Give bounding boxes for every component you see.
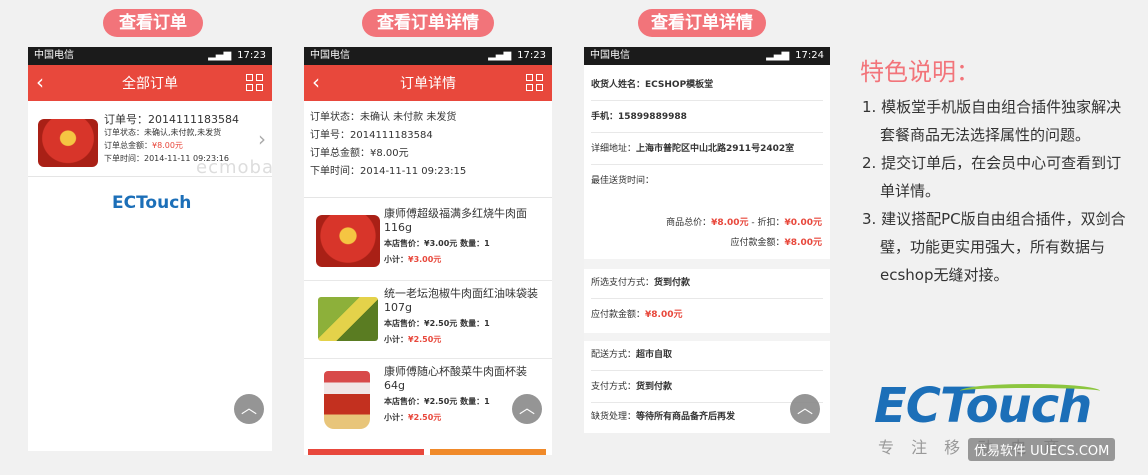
product-image xyxy=(318,297,378,341)
best-time: 最佳送货时间： xyxy=(591,176,655,186)
order-summary: 订单状态：未确认 未付款 未发货 订单号：2014111183584 订单总金额… xyxy=(310,109,466,181)
site-watermark: 优易软件 UUECS.COM xyxy=(968,438,1116,461)
product-image xyxy=(38,119,98,167)
subtotal-label: 小计： xyxy=(384,413,408,422)
clock-text: 17:24 xyxy=(795,50,824,61)
clock-text: 17:23 xyxy=(517,50,546,61)
app-bar: ‹ 订单详情 xyxy=(304,65,552,101)
shipping-label: 配送方式： xyxy=(591,350,637,360)
payment-section: 所选支付方式：货到付款 应付款金额：¥8.00元 xyxy=(584,269,830,333)
best-time-row: 最佳送货时间： xyxy=(591,173,823,197)
menu-grid-icon[interactable] xyxy=(246,74,264,92)
label-view-orders: 查看订单 xyxy=(103,9,203,37)
clock-text: 17:23 xyxy=(237,50,266,61)
status-bar: 中国电信 ▂▄▆ 17:24 xyxy=(584,47,830,65)
subtotal: ¥3.00元 xyxy=(408,255,442,264)
goods-total-label: 商品总价： xyxy=(666,218,712,228)
back-to-top-icon[interactable]: ︿ xyxy=(790,394,820,424)
shipping: 超市自取 xyxy=(636,350,673,360)
address-label: 详细地址： xyxy=(591,144,637,154)
action-button-right[interactable] xyxy=(430,449,546,455)
shipping-row: 配送方式：超市自取 xyxy=(591,347,823,371)
product-image xyxy=(324,371,370,429)
status-bar: 中国电信 ▂▄▆ 17:23 xyxy=(28,47,272,65)
features-title: 特色说明： xyxy=(860,58,980,86)
signal-icon: ▂▄▆ xyxy=(208,50,232,61)
order-number: 订单号：2014111183584 xyxy=(310,130,433,141)
signal-icon: ▂▄▆ xyxy=(488,50,512,61)
menu-grid-icon[interactable] xyxy=(526,74,544,92)
status-bar: 中国电信 ▂▄▆ 17:23 xyxy=(304,47,552,65)
action-button-left[interactable] xyxy=(308,449,424,455)
phone-order-detail: 中国电信 ▂▄▆ 17:23 ‹ 订单详情 订单状态：未确认 未付款 未发货 订… xyxy=(304,47,552,455)
product-name: 康师傅随心杯酸菜牛肉面杯装64g xyxy=(384,365,527,392)
features-list: 1. 模板堂手机版自由组合插件独家解决套餐商品无法选择属性的问题。 2. 提交订… xyxy=(862,93,1132,289)
back-to-top-icon[interactable]: ︿ xyxy=(234,394,264,424)
mobile: 手机：15899889988 xyxy=(591,112,687,122)
subtotal-label: 小计： xyxy=(384,255,408,264)
brand-swoosh-icon xyxy=(960,384,1100,398)
carrier-text: 中国电信 xyxy=(310,50,350,61)
list-item[interactable]: 统一老坛泡椒牛肉面红油味袋装107g 本店售价：¥2.50元 数量：1 小计：¥… xyxy=(304,281,552,359)
payment-row: 所选支付方式：货到付款 xyxy=(591,275,823,299)
feature-item: 3. 建议搭配PC版自由组合插件，双剑合璧，功能更实用强大，所有数据与ecsho… xyxy=(862,210,1126,284)
order-status: 订单状态：未确认 未付款 未发货 xyxy=(310,112,457,123)
payable2-label: 应付款金额： xyxy=(591,310,646,320)
phone-order-detail-2: 中国电信 ▂▄▆ 17:24 收货人姓名：ECSHOP模板堂 手机：158998… xyxy=(584,47,830,433)
phone-order-list: 中国电信 ▂▄▆ 17:23 ‹ 全部订单 订单号：2014111183584 … xyxy=(28,47,272,451)
label-view-order-detail-2: 查看订单详情 xyxy=(638,9,766,37)
mobile-row: 手机：15899889988 xyxy=(591,109,823,133)
stockout-label: 缺货处理： xyxy=(591,412,637,422)
ectouch-logo: ECTouch xyxy=(112,193,192,213)
order-time: 下单时间：2014-11-11 09:23:15 xyxy=(310,166,467,177)
pay-label: 支付方式： xyxy=(591,382,637,392)
product-name: 康师傅超级福满多红烧牛肉面116g xyxy=(384,207,527,234)
app-bar: ‹ 全部订单 xyxy=(28,65,272,101)
subtotal: ¥2.50元 xyxy=(408,335,442,344)
signal-icon: ▂▄▆ xyxy=(766,50,790,61)
payment-label: 所选支付方式： xyxy=(591,278,655,288)
product-price: 本店售价：¥2.50元 数量：1 xyxy=(384,319,490,328)
payable-label: 应付款金额： xyxy=(730,238,785,248)
order-total-label: 订单总金额： xyxy=(104,141,152,150)
carrier-text: 中国电信 xyxy=(590,50,630,61)
feature-item: 2. 提交订单后，在会员中心可查看到订单详情。 xyxy=(862,154,1122,200)
order-number: 订单号：2014111183584 xyxy=(104,113,239,126)
subtotal-label: 小计： xyxy=(384,335,408,344)
pay-row: 支付方式：货到付款 xyxy=(591,379,823,403)
address-row: 详细地址：上海市普陀区中山北路2911号2402室 xyxy=(591,141,823,165)
consignee-row: 收货人姓名：ECSHOP模板堂 xyxy=(591,77,823,101)
order-status: 订单状态：未确认,未付款,未发货 xyxy=(104,128,222,137)
stockout: 等待所有商品备齐后再发 xyxy=(636,412,736,422)
discount-label: - 折扣： xyxy=(748,218,785,228)
back-to-top-icon[interactable]: ︿ xyxy=(512,394,542,424)
pay: 货到付款 xyxy=(636,382,673,392)
chevron-right-icon: › xyxy=(258,127,266,151)
order-total: 订单总金额：¥8.00元 xyxy=(310,148,409,159)
product-image xyxy=(316,215,380,267)
consignee-section: 收货人姓名：ECSHOP模板堂 手机：15899889988 详细地址：上海市普… xyxy=(584,65,830,259)
stockout-row: 缺货处理：等待所有商品备齐后再发 xyxy=(591,409,823,431)
order-total: ¥8.00元 xyxy=(152,141,183,150)
product-name: 统一老坛泡椒牛肉面红油味袋装107g xyxy=(384,287,538,314)
discount: ¥0.00元 xyxy=(784,218,822,228)
label-view-order-detail-1: 查看订单详情 xyxy=(362,9,494,37)
page-title: 订单详情 xyxy=(400,76,456,92)
payment: 货到付款 xyxy=(654,278,691,288)
feature-item: 1. 模板堂手机版自由组合插件独家解决套餐商品无法选择属性的问题。 xyxy=(862,98,1122,144)
goods-total: ¥8.00元 xyxy=(711,218,749,228)
page-title: 全部订单 xyxy=(122,76,178,92)
carrier-text: 中国电信 xyxy=(34,50,74,61)
payable: ¥8.00元 xyxy=(784,238,822,248)
back-icon[interactable]: ‹ xyxy=(312,72,320,92)
payable2: ¥8.00元 xyxy=(645,310,683,320)
watermark-text: ecmoban xyxy=(196,157,272,178)
address: 上海市普陀区中山北路2911号2402室 xyxy=(636,144,795,154)
back-icon[interactable]: ‹ xyxy=(36,72,44,92)
payable2-row: 应付款金额：¥8.00元 xyxy=(591,307,823,329)
product-price: 本店售价：¥3.00元 数量：1 xyxy=(384,239,490,248)
consignee: 收货人姓名：ECSHOP模板堂 xyxy=(591,80,714,90)
subtotal: ¥2.50元 xyxy=(408,413,442,422)
list-item[interactable]: 康师傅超级福满多红烧牛肉面116g 本店售价：¥3.00元 数量：1 小计：¥3… xyxy=(304,203,552,281)
